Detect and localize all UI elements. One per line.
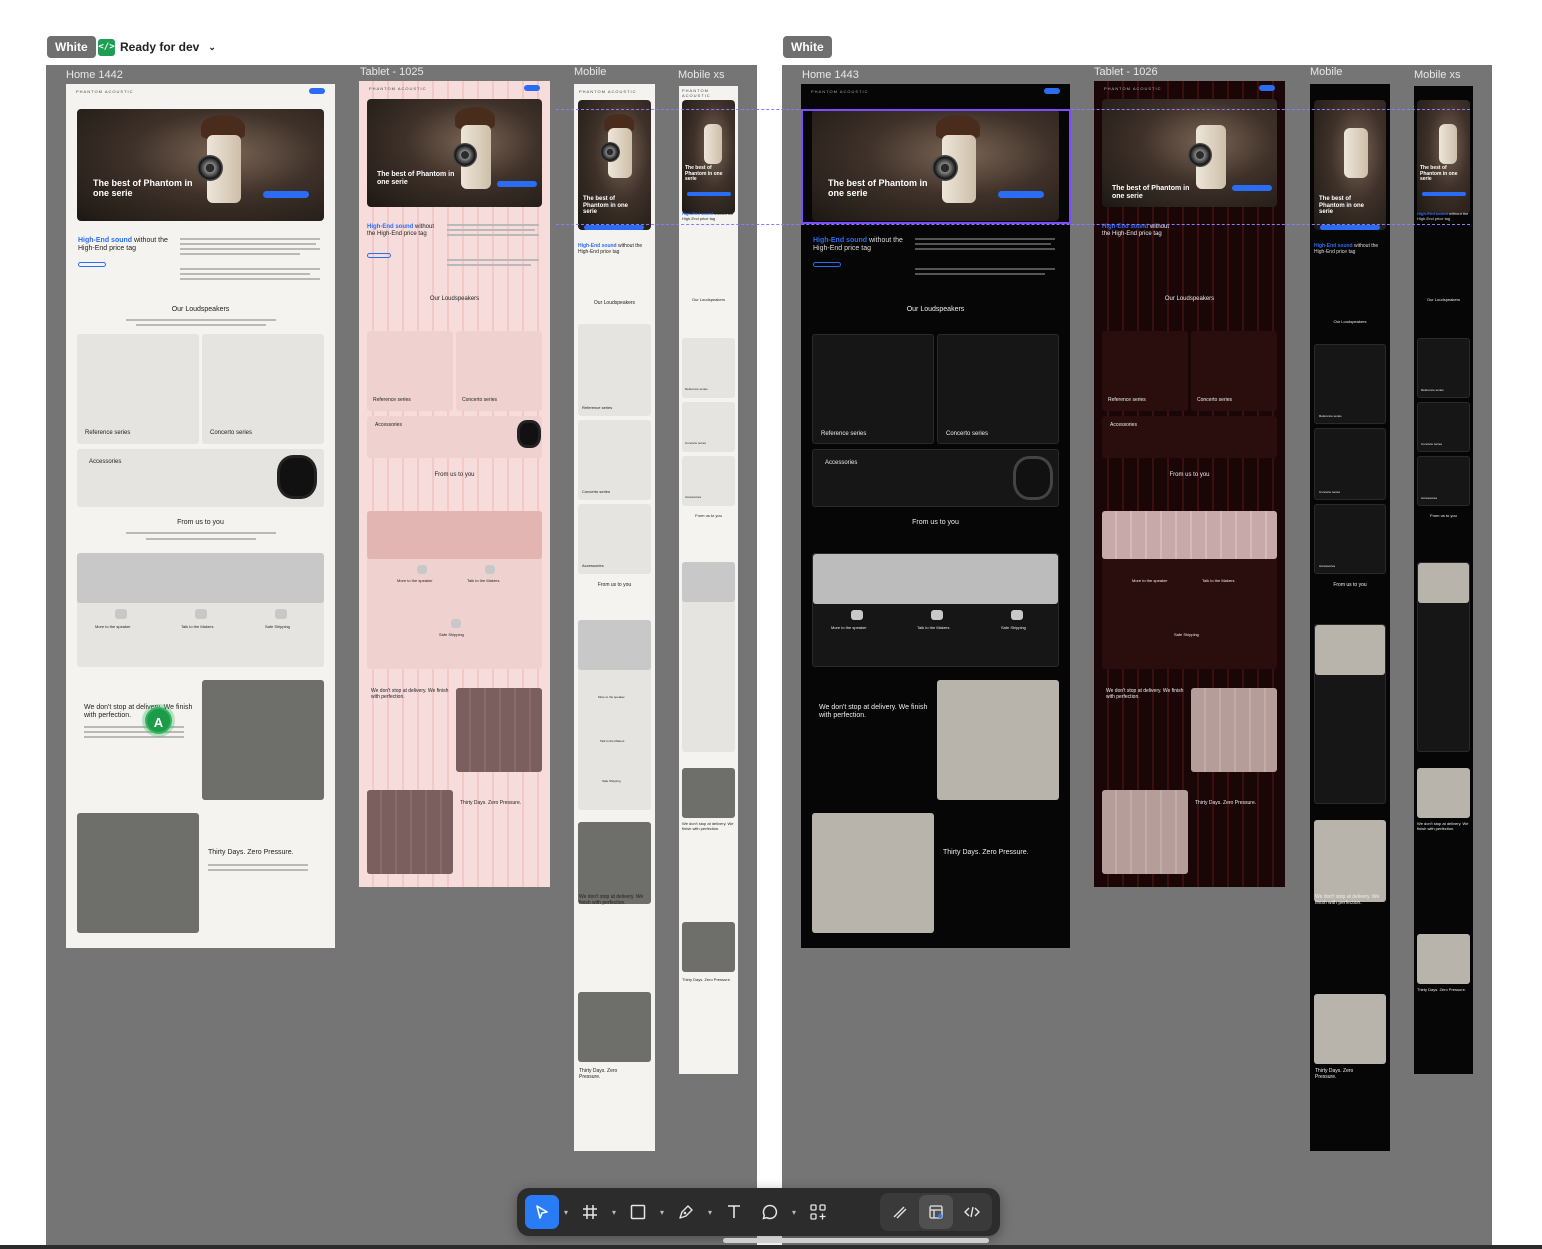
bottom-toolbar: ▾ ▾ ▾ ▾ ▾ bbox=[517, 1188, 1000, 1236]
frame-label[interactable]: Tablet - 1026 bbox=[1094, 66, 1158, 78]
chevron-down-icon[interactable]: ▾ bbox=[561, 1195, 571, 1229]
frame-mobile-xs-dark[interactable]: The best of Phantom in one serie High-En… bbox=[1414, 86, 1473, 1074]
rectangle-icon bbox=[630, 1204, 646, 1220]
frame-label[interactable]: Home 1443 bbox=[802, 69, 859, 81]
mode-switcher bbox=[880, 1193, 992, 1231]
design-mode-button[interactable] bbox=[919, 1195, 953, 1229]
chevron-down-icon[interactable]: ▾ bbox=[657, 1195, 667, 1229]
window-bottom-edge bbox=[0, 1245, 1542, 1249]
section-tag-white-left[interactable]: White bbox=[47, 36, 96, 58]
draw-mode-icon bbox=[893, 1206, 907, 1219]
frame-label[interactable]: Tablet - 1025 bbox=[360, 66, 424, 78]
frame-label[interactable]: Mobile bbox=[1310, 66, 1342, 78]
pen-icon bbox=[679, 1205, 693, 1219]
move-icon bbox=[536, 1205, 548, 1219]
rectangle-tool-button[interactable] bbox=[621, 1195, 655, 1229]
mock-brand: PHANTOM ACOUSTIC bbox=[76, 88, 134, 94]
text-tool-button[interactable] bbox=[717, 1195, 751, 1229]
frame-mobile-xs-light[interactable]: PHANTOM ACOUSTIC The best of Phantom in … bbox=[679, 86, 738, 1074]
mock-hero-button bbox=[263, 191, 309, 198]
figma-canvas[interactable]: White </> Ready for dev ⌄ White Home 144… bbox=[0, 0, 1542, 1249]
mock-hero-title: The best of Phantom in one serie bbox=[93, 178, 193, 198]
frame-label[interactable]: Mobile bbox=[574, 66, 606, 78]
dev-mode-icon: </> bbox=[98, 38, 115, 56]
frame-home-desktop-light[interactable]: PHANTOM ACOUSTIC The best of Phantom in … bbox=[66, 84, 335, 948]
comment-icon bbox=[762, 1204, 778, 1220]
mock-headline: High-End sound without the High-End pric… bbox=[78, 237, 168, 253]
collaborator-avatar[interactable]: A bbox=[145, 707, 172, 734]
frame-mobile-light[interactable]: PHANTOM ACOUSTIC The best of Phantom in … bbox=[574, 84, 655, 1151]
text-icon bbox=[728, 1205, 740, 1218]
frame-tool-button[interactable] bbox=[573, 1195, 607, 1229]
actions-tool-button[interactable] bbox=[801, 1195, 835, 1229]
frame-label[interactable]: Mobile xs bbox=[678, 69, 724, 81]
frame-label[interactable]: Mobile xs bbox=[1414, 69, 1460, 81]
frame-mobile-dark[interactable]: The best of Phantom in one serie High-En… bbox=[1310, 84, 1390, 1151]
draw-mode-button[interactable] bbox=[883, 1195, 917, 1229]
section-tag-white-right[interactable]: White bbox=[783, 36, 832, 58]
selection-guide bbox=[556, 224, 1470, 225]
mock-loudspeakers-title: Our Loudspeakers bbox=[171, 306, 230, 313]
frame-tablet-dark[interactable]: PHANTOM ACOUSTIC The best of Phantom in … bbox=[1094, 81, 1285, 887]
chevron-down-icon: ⌄ bbox=[208, 41, 216, 52]
chevron-down-icon[interactable]: ▾ bbox=[705, 1195, 715, 1229]
design-mode-icon bbox=[929, 1205, 943, 1219]
chevron-down-icon[interactable]: ▾ bbox=[609, 1195, 619, 1229]
horizontal-scrollbar[interactable] bbox=[723, 1238, 989, 1243]
comment-tool-button[interactable] bbox=[753, 1195, 787, 1229]
frame-label[interactable]: Home 1442 bbox=[66, 69, 123, 81]
selection-box[interactable] bbox=[801, 109, 1071, 224]
frame-tablet-light[interactable]: PHANTOM ACOUSTIC The best of Phantom in … bbox=[359, 81, 550, 887]
actions-icon bbox=[810, 1204, 826, 1220]
pen-tool-button[interactable] bbox=[669, 1195, 703, 1229]
mock-hero: The best of Phantom in one serie bbox=[77, 109, 324, 221]
chevron-down-icon[interactable]: ▾ bbox=[789, 1195, 799, 1229]
dev-status-tag[interactable]: </> Ready for dev ⌄ bbox=[98, 36, 216, 58]
dev-status-label: Ready for dev bbox=[120, 40, 200, 54]
move-tool-button[interactable] bbox=[525, 1195, 559, 1229]
dev-mode-icon bbox=[964, 1206, 980, 1218]
frame-icon bbox=[583, 1205, 597, 1219]
mock-navbar: PHANTOM ACOUSTIC bbox=[66, 84, 335, 98]
mock-contact-button bbox=[309, 88, 325, 94]
dev-mode-button[interactable] bbox=[955, 1195, 989, 1229]
